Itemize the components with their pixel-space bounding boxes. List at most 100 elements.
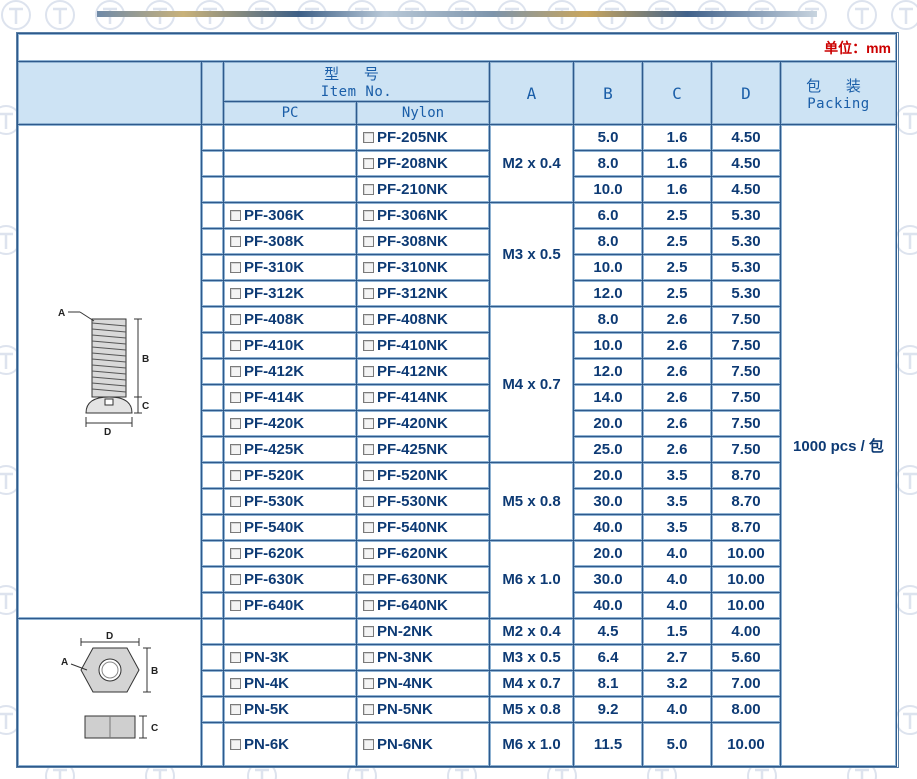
pc-part-cell[interactable]: PF-312K xyxy=(224,281,356,306)
select-checkbox[interactable] xyxy=(363,652,374,663)
nut-label-d: D xyxy=(106,631,113,642)
select-checkbox[interactable] xyxy=(363,340,374,351)
part-number: PN-3NK xyxy=(377,649,433,666)
select-checkbox[interactable] xyxy=(363,704,374,715)
nylon-part-cell[interactable]: PF-408NK xyxy=(357,307,489,332)
nylon-part-cell[interactable]: PF-540NK xyxy=(357,515,489,540)
pc-part-cell[interactable]: PN-6K xyxy=(224,723,356,766)
part-number: PF-312K xyxy=(244,285,305,302)
select-checkbox[interactable] xyxy=(230,678,241,689)
select-checkbox[interactable] xyxy=(230,470,241,481)
dim-b-cell: 8.1 xyxy=(574,671,642,696)
pc-part-cell[interactable]: PF-540K xyxy=(224,515,356,540)
select-checkbox[interactable] xyxy=(230,444,241,455)
nylon-part-cell[interactable]: PF-640NK xyxy=(357,593,489,618)
pc-part-cell[interactable]: PF-425K xyxy=(224,437,356,462)
select-checkbox[interactable] xyxy=(363,418,374,429)
select-checkbox[interactable] xyxy=(363,678,374,689)
pc-part-cell[interactable]: PF-640K xyxy=(224,593,356,618)
select-checkbox[interactable] xyxy=(363,158,374,169)
select-checkbox[interactable] xyxy=(363,600,374,611)
select-checkbox[interactable] xyxy=(230,704,241,715)
select-checkbox[interactable] xyxy=(363,314,374,325)
pc-part-cell[interactable]: PF-310K xyxy=(224,255,356,280)
select-checkbox[interactable] xyxy=(363,392,374,403)
select-checkbox[interactable] xyxy=(230,288,241,299)
select-checkbox[interactable] xyxy=(230,340,241,351)
select-checkbox[interactable] xyxy=(230,262,241,273)
part-number: PF-425K xyxy=(244,441,305,458)
nylon-part-cell[interactable]: PF-410NK xyxy=(357,333,489,358)
row-spacer-cell xyxy=(202,437,223,462)
pc-part-cell[interactable]: PF-308K xyxy=(224,229,356,254)
select-checkbox[interactable] xyxy=(363,366,374,377)
select-checkbox[interactable] xyxy=(363,574,374,585)
select-checkbox[interactable] xyxy=(363,210,374,221)
select-checkbox[interactable] xyxy=(363,626,374,637)
pc-part-cell[interactable]: PF-420K xyxy=(224,411,356,436)
nylon-part-cell[interactable]: PF-208NK xyxy=(357,151,489,176)
thread-size-cell: M2 x 0.4 xyxy=(490,619,573,644)
pc-part-cell[interactable]: PF-520K xyxy=(224,463,356,488)
nylon-part-cell[interactable]: PN-2NK xyxy=(357,619,489,644)
select-checkbox[interactable] xyxy=(230,314,241,325)
select-checkbox[interactable] xyxy=(363,522,374,533)
pc-part-cell[interactable]: PF-620K xyxy=(224,541,356,566)
select-checkbox[interactable] xyxy=(230,548,241,559)
nylon-part-cell[interactable]: PF-620NK xyxy=(357,541,489,566)
select-checkbox[interactable] xyxy=(230,574,241,585)
select-checkbox[interactable] xyxy=(363,496,374,507)
nylon-part-cell[interactable]: PF-412NK xyxy=(357,359,489,384)
select-checkbox[interactable] xyxy=(230,418,241,429)
select-checkbox[interactable] xyxy=(363,444,374,455)
select-checkbox[interactable] xyxy=(363,470,374,481)
table-row: D A B C PN-2NK M2 x 0.4 4.5 1.5 4.00 xyxy=(18,619,896,766)
select-checkbox[interactable] xyxy=(230,652,241,663)
nylon-part-cell[interactable]: PN-6NK xyxy=(357,723,489,766)
select-checkbox[interactable] xyxy=(230,366,241,377)
dim-d-cell: 8.70 xyxy=(712,515,780,540)
nylon-part-cell[interactable]: PF-630NK xyxy=(357,567,489,592)
select-checkbox[interactable] xyxy=(230,600,241,611)
nylon-part-cell[interactable]: PF-530NK xyxy=(357,489,489,514)
dim-b-cell: 8.0 xyxy=(574,307,642,332)
select-checkbox[interactable] xyxy=(363,262,374,273)
pc-part-cell[interactable]: PN-3K xyxy=(224,645,356,670)
nylon-part-cell[interactable]: PF-312NK xyxy=(357,281,489,306)
select-checkbox[interactable] xyxy=(230,210,241,221)
nylon-part-cell[interactable]: PF-310NK xyxy=(357,255,489,280)
nylon-part-cell[interactable]: PF-414NK xyxy=(357,385,489,410)
select-checkbox[interactable] xyxy=(363,739,374,750)
select-checkbox[interactable] xyxy=(230,739,241,750)
nylon-part-cell[interactable]: PF-308NK xyxy=(357,229,489,254)
select-checkbox[interactable] xyxy=(230,392,241,403)
nylon-part-cell[interactable]: PF-520NK xyxy=(357,463,489,488)
pc-part-cell[interactable]: PF-630K xyxy=(224,567,356,592)
select-checkbox[interactable] xyxy=(230,496,241,507)
select-checkbox[interactable] xyxy=(363,548,374,559)
select-checkbox[interactable] xyxy=(230,522,241,533)
pc-part-cell[interactable]: PF-408K xyxy=(224,307,356,332)
nylon-part-cell[interactable]: PF-205NK xyxy=(357,125,489,150)
select-checkbox[interactable] xyxy=(363,132,374,143)
nylon-part-cell[interactable]: PF-306NK xyxy=(357,203,489,228)
select-checkbox[interactable] xyxy=(230,236,241,247)
pc-part-cell[interactable]: PF-530K xyxy=(224,489,356,514)
nylon-part-cell[interactable]: PN-5NK xyxy=(357,697,489,722)
nylon-part-cell[interactable]: PF-425NK xyxy=(357,437,489,462)
pc-part-cell[interactable]: PF-306K xyxy=(224,203,356,228)
nylon-part-cell[interactable]: PN-3NK xyxy=(357,645,489,670)
pc-part-cell[interactable]: PF-414K xyxy=(224,385,356,410)
pc-part-cell[interactable]: PF-410K xyxy=(224,333,356,358)
select-checkbox[interactable] xyxy=(363,288,374,299)
pc-part-cell[interactable]: PN-4K xyxy=(224,671,356,696)
part-number: PN-5NK xyxy=(377,701,433,718)
select-checkbox[interactable] xyxy=(363,184,374,195)
pc-part-cell[interactable]: PF-412K xyxy=(224,359,356,384)
nylon-part-cell[interactable]: PF-420NK xyxy=(357,411,489,436)
select-checkbox[interactable] xyxy=(363,236,374,247)
nylon-part-cell[interactable]: PF-210NK xyxy=(357,177,489,202)
nylon-part-cell[interactable]: PN-4NK xyxy=(357,671,489,696)
row-spacer-cell xyxy=(202,541,223,566)
pc-part-cell[interactable]: PN-5K xyxy=(224,697,356,722)
